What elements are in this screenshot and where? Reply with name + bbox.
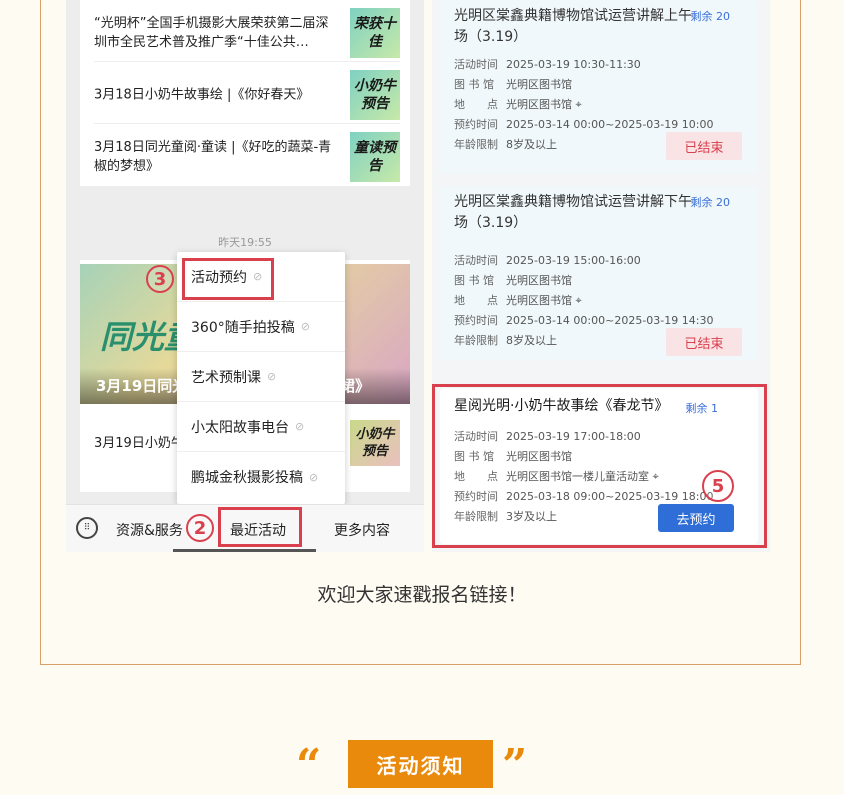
right-screenshot: 光明区棠鑫典籍博物馆试运营讲解上午场（3.19） 剩余 20 活动时间 2025-… [432,0,770,552]
news-item[interactable]: 3月18日同光童阅·童读 |《好吃的蔬菜-青椒的梦想》 童读预告 [94,128,400,186]
activity-library: 光明区图书馆 [506,78,572,91]
field-label: 图 书 馆 [454,274,494,287]
field-label: 预约时间 [454,118,498,131]
field-label: 图 书 馆 [454,78,494,91]
menu-resources[interactable]: 资源&服务 [116,520,183,540]
highlight-box [218,507,302,547]
field-label: 年龄限制 [454,138,498,151]
keyboard-icon[interactable]: ⠿ [76,517,98,539]
timestamp: 昨天19:55 [218,236,272,249]
popup-item-radio[interactable]: 小太阳故事电台 ⊘ [177,402,345,452]
popup-item-label: 小太阳故事电台 [191,419,289,436]
activity-title: 光明区棠鑫典籍博物馆试运营讲解上午场（3.19） [454,8,692,45]
news-thumbnail: 荣获十佳 [350,7,400,58]
popup-item-label: 艺术预制课 [191,369,261,386]
activity-booking-time: 2025-03-14 00:00~2025-03-19 14:30 [506,314,714,327]
remaining-badge: 剩余 20 [690,10,731,23]
news-title: 3月18日同光童阅·童读 |《好吃的蔬菜-青椒的梦想》 [94,140,332,174]
link-icon: ⊘ [267,370,277,383]
field-label: 活动时间 [454,254,498,267]
activity-card[interactable]: 光明区棠鑫典籍博物馆试运营讲解上午场（3.19） 剩余 20 活动时间 2025-… [440,0,758,174]
activity-card[interactable]: 光明区棠鑫典籍博物馆试运营讲解下午场（3.19） 剩余 20 活动时间 2025-… [440,186,758,360]
left-screenshot: “光明杯”全国手机摄影大展荣获第二届深圳市全民艺术普及推广季“十佳公共… 荣获十… [66,0,424,552]
location-pin-icon: ⌖ [572,294,582,307]
field-label: 年龄限制 [454,334,498,347]
link-icon: ⊘ [300,320,310,333]
highlight-box [432,384,767,548]
activity-location: 光明区图书馆 [506,98,572,111]
step-marker: 5 [702,470,734,502]
field-label: 预约时间 [454,314,498,327]
active-indicator [173,549,316,552]
activity-booking-time: 2025-03-14 00:00~2025-03-19 10:00 [506,118,714,131]
popup-item-photo[interactable]: 360°随手拍投稿 ⊘ [177,302,345,352]
news-card: “光明杯”全国手机摄影大展荣获第二届深圳市全民艺术普及推广季“十佳公共… 荣获十… [80,0,410,186]
activity-library: 光明区图书馆 [506,274,572,287]
news-thumbnail: 童读预告 [350,132,400,182]
activity-location: 光明区图书馆 [506,294,572,307]
activity-title: 光明区棠鑫典籍博物馆试运营讲解下午场（3.19） [454,194,692,231]
menu-more[interactable]: 更多内容 [334,520,390,540]
status-ended-button: 已结束 [666,328,742,356]
step-marker: 2 [186,514,214,542]
close-quote-icon: ” [502,740,528,791]
link-icon: ⊘ [295,420,305,433]
popup-item-label: 鹏城金秋摄影投稿 [191,470,303,486]
caption-text: 欢迎大家速戳报名链接！ [317,584,527,606]
link-icon: ⊘ [309,470,319,484]
open-quote-icon: “ [296,740,322,791]
news-thumbnail: 小奶牛预告 [350,69,400,120]
notice-heading: 活动须知 [348,740,493,788]
news-item[interactable]: 3月18日小奶牛故事绘 |《你好春天》 小奶牛预告 [94,66,400,124]
remaining-badge: 剩余 20 [690,196,731,209]
step-marker: 3 [146,265,174,293]
article-thumbnail: 小奶牛预告 [350,420,400,466]
popup-item-art[interactable]: 艺术预制课 ⊘ [177,352,345,402]
article-title[interactable]: 3月19日小奶牛 [94,432,184,451]
activity-time: 2025-03-19 10:30-11:30 [506,58,641,71]
field-label: 地 点 [454,294,498,307]
popup-item-label: 360°随手拍投稿 [191,319,295,336]
news-item[interactable]: “光明杯”全国手机摄影大展荣获第二届深圳市全民艺术普及推广季“十佳公共… 荣获十… [94,4,400,62]
activity-age: 8岁及以上 [506,138,557,151]
location-pin-icon: ⌖ [572,98,582,111]
activity-age: 8岁及以上 [506,334,557,347]
news-title: 3月18日小奶牛故事绘 |《你好春天》 [94,87,310,102]
banner-title: 3月19日同光 [96,377,188,395]
status-ended-button: 已结束 [666,132,742,160]
section-header: “ 活动须知 ” [0,740,844,788]
field-label: 地 点 [454,98,498,111]
popup-item-autumn[interactable]: 鹏城金秋摄影投稿 ⊘ [177,452,345,502]
activity-time: 2025-03-19 15:00-16:00 [506,254,641,267]
news-title: “光明杯”全国手机摄影大展荣获第二届深圳市全民艺术普及推广季“十佳公共… [94,15,329,50]
highlight-box [182,258,274,300]
field-label: 活动时间 [454,58,498,71]
